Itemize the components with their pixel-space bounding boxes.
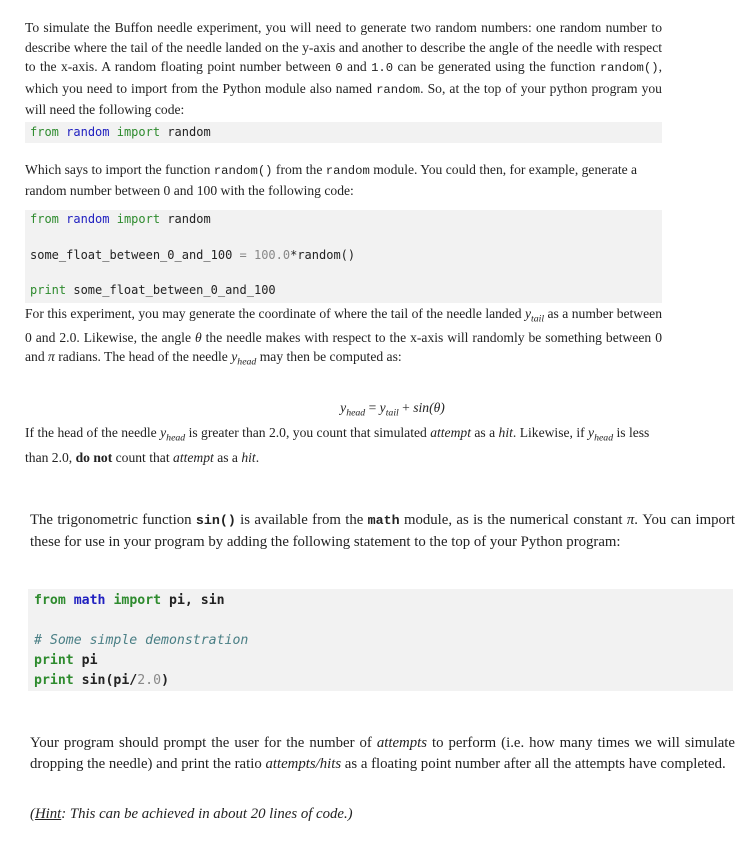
- intro-paragraph: To simulate the Buffon needle experiment…: [25, 18, 662, 120]
- text: The trigonometric function: [30, 512, 196, 528]
- pi-symbol: π: [48, 349, 55, 365]
- print-arg: ): [161, 673, 170, 688]
- imported-name: random: [167, 212, 211, 226]
- imported-name: random: [167, 125, 211, 139]
- emphasis: attempts: [376, 735, 427, 751]
- bold-text: do not: [75, 449, 113, 465]
- code-line: from math import pi, sin: [34, 591, 733, 611]
- print-arg: pi: [73, 653, 98, 668]
- text: module, as is the numerical constant: [399, 512, 627, 528]
- text: is greater than 2.0, you count that simu…: [185, 425, 431, 440]
- text: as a: [470, 425, 499, 440]
- inline-code: math: [367, 513, 400, 528]
- keyword-from: from: [34, 593, 66, 608]
- code-block-math-import: from math import pi, sin​# Some simple d…: [28, 589, 733, 691]
- math-subscript: head: [166, 432, 186, 444]
- hint-text: : This can be achieved in about 20 lines…: [61, 806, 353, 822]
- emphasis: attempts/hits: [265, 755, 342, 772]
- math-subscript: tail: [531, 313, 545, 325]
- inline-code: sin(): [195, 513, 236, 528]
- keyword-print: print: [30, 283, 67, 297]
- print-arg: sin(pi/: [73, 673, 138, 688]
- text: as a floating point number after all the…: [341, 755, 726, 772]
- sin-function: sin(θ): [413, 400, 445, 415]
- inline-code: 0: [335, 61, 343, 75]
- hint-label: Hint: [34, 806, 62, 822]
- text: may then be computed as:: [256, 349, 402, 365]
- math-subscript: head: [346, 407, 366, 419]
- module-name: random: [66, 125, 110, 139]
- emphasis: hit: [241, 449, 256, 465]
- text: can be generated using the function: [393, 59, 600, 74]
- keyword-from: from: [30, 212, 59, 226]
- text: For this experiment, you may generate th…: [25, 306, 525, 321]
- experiment-paragraph: For this experiment, you may generate th…: [25, 304, 662, 372]
- rule-paragraph: If the head of the needle yhead is great…: [25, 423, 662, 467]
- text: and: [342, 59, 372, 74]
- number: 100.0: [253, 248, 291, 262]
- text: is available from the: [235, 512, 368, 528]
- code-block-import-random: from random import random: [25, 122, 662, 143]
- math-subscript: tail: [385, 407, 399, 419]
- code-comment: # Some simple demonstration: [34, 633, 249, 648]
- emphasis: attempt: [430, 425, 471, 440]
- text: radians. The head of the needle: [54, 349, 232, 365]
- module-name: math: [73, 593, 106, 608]
- keyword-import: import: [113, 593, 162, 608]
- theta-symbol: θ: [194, 330, 202, 346]
- equation: yhead = ytail + sin(θ): [0, 400, 755, 418]
- inline-code: random(): [599, 61, 659, 75]
- code-line: print pi: [34, 651, 733, 671]
- text: If the head of the needle: [25, 425, 161, 440]
- inline-code: random: [376, 82, 421, 97]
- inline-code: random(): [213, 164, 273, 178]
- number: 2.0: [137, 673, 162, 688]
- text: as a: [213, 449, 242, 465]
- hint-note: (Hint: This can be achieved in about 20 …: [30, 806, 353, 823]
- trig-paragraph: The trigonometric function sin() is avai…: [30, 510, 735, 552]
- keyword-import: import: [116, 125, 161, 139]
- code-blank-line: ​: [34, 611, 733, 631]
- keyword-from: from: [30, 125, 59, 139]
- expression: *random(): [290, 248, 356, 262]
- text: Your program should prompt the user for …: [30, 735, 377, 751]
- task-paragraph: Your program should prompt the user for …: [30, 733, 735, 774]
- text: .: [255, 449, 260, 465]
- module-name: random: [66, 212, 110, 226]
- code-line: print some_float_between_0_and_100: [30, 283, 276, 297]
- explain-paragraph: Which says to import the function random…: [25, 160, 662, 200]
- operator: =: [232, 248, 254, 262]
- text: from the: [272, 162, 326, 177]
- text: . Likewise, if: [512, 425, 589, 440]
- emphasis: attempt: [173, 449, 214, 465]
- math-subscript: head: [237, 356, 257, 368]
- variable: some_float_between_0_and_100: [30, 248, 233, 262]
- text: Which says to import the function: [25, 162, 214, 177]
- code-line: some_float_between_0_and_100 = 100.0*ran…: [30, 248, 355, 262]
- equals-sign: =: [365, 400, 380, 415]
- code-block-random-example: from random import random some_float_bet…: [25, 210, 662, 303]
- inline-code: random: [325, 164, 370, 178]
- code-line: print sin(pi/2.0): [34, 671, 733, 691]
- plus-sign: +: [398, 400, 414, 415]
- print-arg: some_float_between_0_and_100: [66, 283, 276, 297]
- inline-code: 1.0: [371, 61, 394, 75]
- keyword-print: print: [34, 673, 74, 688]
- math-subscript: head: [594, 432, 614, 444]
- emphasis: hit: [498, 425, 513, 440]
- keyword-print: print: [34, 653, 74, 668]
- code-line: from random import random: [30, 212, 211, 226]
- text: count that: [112, 449, 174, 465]
- imported-names: pi, sin: [161, 593, 225, 608]
- keyword-import: import: [116, 212, 161, 226]
